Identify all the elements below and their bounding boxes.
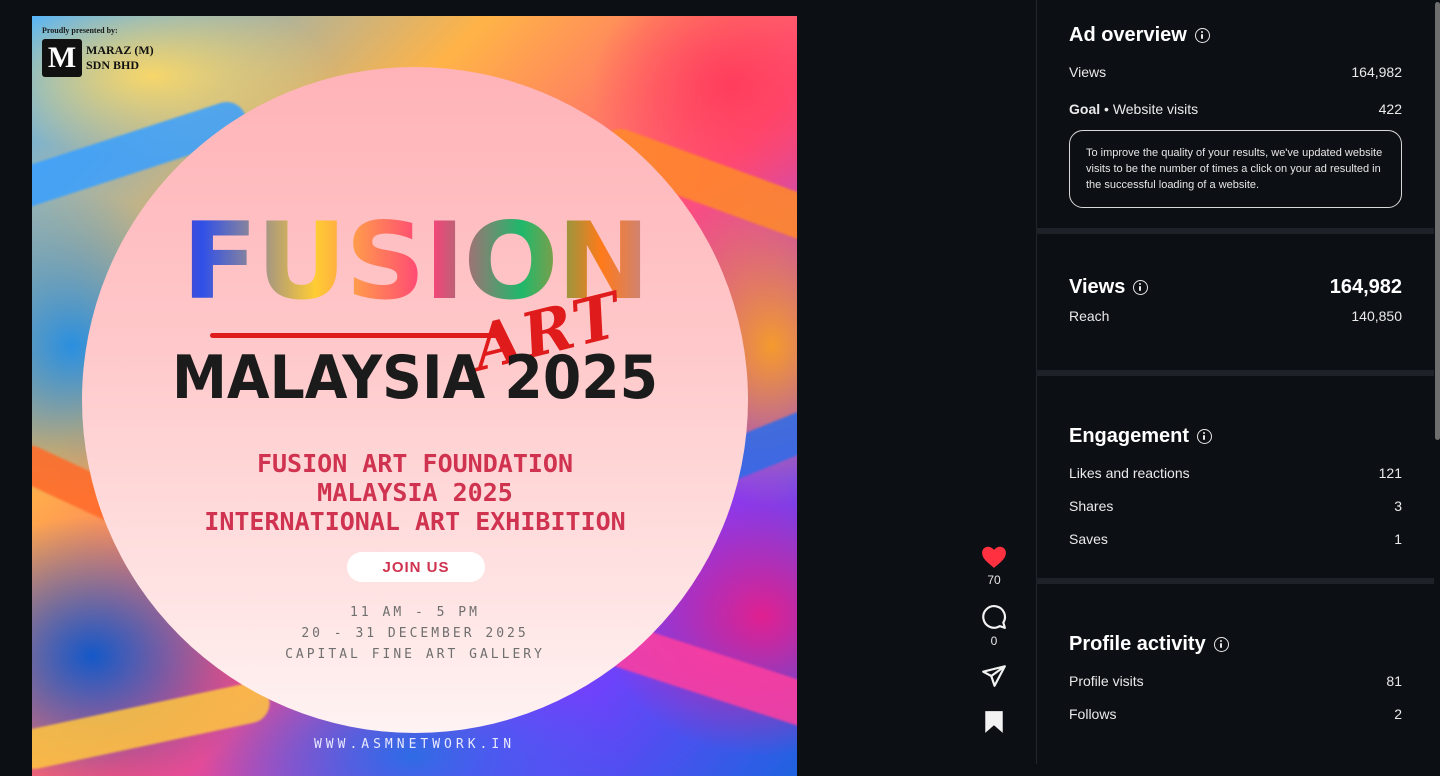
poster-foundation-text: FUSION ART FOUNDATION MALAYSIA 2025 INTE… (82, 449, 748, 536)
poster-join-button: JOIN US (347, 552, 485, 582)
foundation-line: FUSION ART FOUNDATION (256, 449, 574, 478)
shares-value: 3 (1394, 497, 1402, 514)
company-name-line1: MARAZ (M) (86, 43, 154, 57)
likes-value: 121 (1378, 464, 1402, 481)
engagement-card: Engagement Likes and reactions 121 Share… (1036, 376, 1434, 578)
ad-overview-title: Ad overview (1069, 0, 1402, 54)
comments-count: 0 (990, 634, 998, 648)
saves-value: 1 (1394, 530, 1402, 547)
reach-label: Reach (1069, 308, 1110, 324)
views-total: 164,982 (1329, 275, 1402, 298)
goal-separator: • (1100, 101, 1113, 117)
saves-label: Saves (1069, 530, 1108, 547)
engagement-title: Engagement (1069, 376, 1402, 456)
ad-overview-title-text: Ad overview (1069, 23, 1187, 46)
event-time: 11 AM - 5 PM (350, 605, 480, 620)
info-icon[interactable] (1133, 279, 1149, 295)
presenter-block: Proudly presented by: M MARAZ (M) SDN BH… (42, 26, 154, 77)
goal-value: 422 (1378, 101, 1402, 117)
likes-label: Likes and reactions (1069, 464, 1190, 481)
info-icon[interactable] (1194, 27, 1210, 43)
follows-label: Follows (1069, 705, 1117, 722)
views-header-row: Views 164,982 (1069, 234, 1402, 300)
save-action[interactable] (970, 710, 1018, 734)
reach-value: 140,850 (1351, 308, 1402, 324)
website-visits-note: To improve the quality of your results, … (1069, 130, 1402, 208)
views-card: Views 164,982 Reach 140,850 (1036, 234, 1434, 370)
profile-visits-row: Profile visits 81 (1069, 664, 1402, 697)
goal-name: Website visits (1112, 101, 1199, 117)
goal-label-group: Goal • Website visits (1069, 101, 1198, 117)
goal-label: Goal (1069, 101, 1101, 117)
event-venue: CAPITAL FINE ART GALLERY (285, 647, 545, 662)
likes-count: 70 (987, 573, 1001, 587)
ad-views-row: Views 164,982 (1069, 54, 1402, 90)
bookmark-icon[interactable] (983, 710, 1005, 734)
engagement-title-text: Engagement (1069, 424, 1190, 447)
foundation-line: INTERNATIONAL ART EXHIBITION (204, 507, 626, 536)
company-name-line2: SDN BHD (86, 58, 140, 72)
ad-views-value: 164,982 (1351, 64, 1402, 80)
poster-circle: FUSION ART MALAYSIA 2025 FUSION ART FOUN… (82, 67, 748, 733)
poster-website: WWW.ASMNETWORK.IN (313, 737, 516, 752)
share-icon[interactable] (981, 664, 1007, 688)
views-title-text: Views (1069, 275, 1126, 298)
profile-activity-card: Profile activity Profile visits 81 Follo… (1036, 584, 1434, 764)
follows-value: 2 (1394, 705, 1402, 722)
company-logo: M (42, 39, 82, 77)
event-dates: 20 - 31 DECEMBER 2025 (301, 626, 529, 641)
follows-row: Follows 2 (1069, 697, 1402, 730)
profile-activity-title-text: Profile activity (1069, 632, 1206, 655)
shares-label: Shares (1069, 497, 1114, 514)
comment-action[interactable]: 0 (970, 604, 1018, 648)
scrollbar-thumb[interactable] (1435, 2, 1440, 440)
poster-event-details: 11 AM - 5 PM 20 - 31 DECEMBER 2025 CAPIT… (82, 602, 748, 665)
post-action-rail: 70 0 (970, 545, 1018, 734)
foundation-line: MALAYSIA 2025 (317, 478, 513, 507)
poster-headline: FUSION (82, 200, 748, 324)
ad-views-label: Views (1069, 64, 1107, 80)
profile-visits-value: 81 (1386, 672, 1402, 689)
ad-overview-card: Ad overview Views 164,982 Goal • Website… (1036, 0, 1434, 228)
likes-row: Likes and reactions 121 (1069, 456, 1402, 489)
presented-by-text: Proudly presented by: (42, 26, 118, 35)
profile-visits-label: Profile visits (1069, 672, 1144, 689)
views-title: Views (1069, 275, 1149, 299)
shares-row: Shares 3 (1069, 489, 1402, 522)
goal-row: Goal • Website visits 422 (1069, 90, 1402, 128)
like-action[interactable]: 70 (970, 545, 1018, 587)
poster-subheadline: MALAYSIA 2025 (171, 343, 659, 413)
comment-icon[interactable] (981, 604, 1007, 630)
info-icon[interactable] (1213, 636, 1229, 652)
insights-panel: Ad overview Views 164,982 Goal • Website… (1036, 0, 1434, 764)
profile-activity-title: Profile activity (1069, 584, 1402, 664)
poster-underline (210, 333, 500, 338)
share-action[interactable] (970, 664, 1018, 688)
info-icon[interactable] (1197, 428, 1213, 444)
ad-creative-image: Proudly presented by: M MARAZ (M) SDN BH… (32, 16, 797, 776)
heart-icon[interactable] (981, 545, 1007, 569)
saves-row: Saves 1 (1069, 522, 1402, 555)
reach-row: Reach 140,850 (1069, 300, 1402, 332)
